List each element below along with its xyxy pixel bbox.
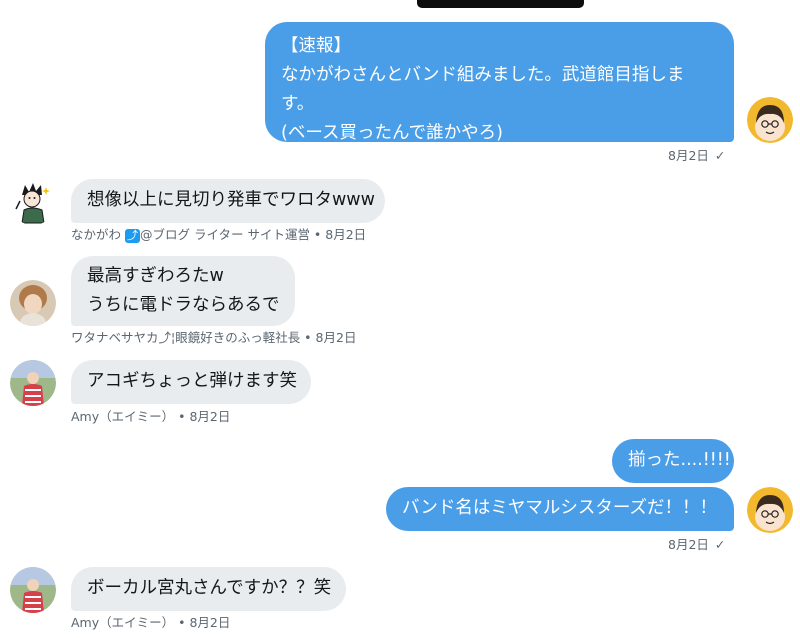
amy-avatar[interactable] [10, 360, 56, 406]
sender-name-timestamp: Amy（エイミー） • 8月2日 [71, 409, 231, 424]
message-text-line: バンド名はミヤマルシスターズだ！！！ [402, 498, 717, 518]
message-timestamp: 8月2日 [668, 537, 709, 552]
message-text-line: ボーカル宮丸さんですか？？笑 [87, 578, 332, 598]
message-meta: 8月2日 ✓ [668, 148, 725, 164]
amy-avatar[interactable] [10, 567, 56, 613]
message-text-line: 最高すぎわろたw [87, 266, 224, 286]
self-avatar-illustration [747, 97, 793, 143]
self-avatar-illustration [747, 487, 793, 533]
message-text-line: なかがわさんとバンド組みました。武道館目指しま [281, 65, 685, 85]
sender-name: なかがわ [71, 227, 122, 242]
message-meta: 8月2日 ✓ [668, 537, 725, 553]
sender-name-timestamp: Amy（エイミー） • 8月2日 [71, 615, 231, 630]
message-meta: なかがわ ⤴ @ブログ ライター サイト運営 • 8月2日 [71, 227, 366, 243]
message-text-line: (ベース買ったんで誰かやろ) [281, 123, 503, 143]
message-bubble-outgoing[interactable]: バンド名はミヤマルシスターズだ！！！ [386, 487, 734, 531]
photo-avatar-icon [10, 280, 56, 326]
message-text-line: 想像以上に見切り発車でワロタwww [87, 190, 375, 210]
self-avatar[interactable] [747, 487, 793, 533]
sender-name-bio-timestamp: ワタナベサヤカ⤴︎¦眼鏡好きのふっ軽社長 • 8月2日 [71, 330, 357, 345]
message-meta: Amy（エイミー） • 8月2日 [71, 409, 230, 425]
home-indicator [417, 0, 584, 8]
message-text-line: うちに電ドラならあるで [87, 295, 280, 315]
message-bubble-outgoing[interactable]: 【速報】 なかがわさんとバンド組みました。武道館目指しま す。 (ベース買ったん… [265, 22, 734, 143]
illustrated-avatar-icon [10, 179, 56, 225]
self-avatar[interactable] [747, 97, 793, 143]
message-meta: ワタナベサヤカ⤴︎¦眼鏡好きのふっ軽社長 • 8月2日 [71, 330, 356, 346]
message-meta: Amy（エイミー） • 8月2日 [71, 615, 230, 631]
message-text-line: す。 [281, 94, 315, 114]
photo-avatar-icon [10, 567, 56, 613]
nakagawa-avatar[interactable] [10, 179, 56, 225]
message-bubble-incoming[interactable]: アコギちょっと弾けます笑 [71, 360, 311, 404]
message-bubble-incoming[interactable]: 最高すぎわろたw うちに電ドラならあるで [71, 256, 295, 326]
message-bubble-outgoing[interactable]: 揃った....!!!! [612, 439, 734, 483]
message-bubble-incoming[interactable]: 想像以上に見切り発車でワロタwww [71, 179, 385, 223]
message-timestamp: 8月2日 [668, 148, 709, 163]
read-check-icon: ✓ [714, 148, 726, 163]
message-text-line: 揃った....!!!! [628, 450, 731, 470]
read-check-icon: ✓ [714, 537, 726, 552]
message-text-line: アコギちょっと弾けます笑 [87, 371, 297, 391]
dm-conversation: 【速報】 なかがわさんとバンド組みました。武道館目指しま す。 (ベース買ったん… [0, 0, 800, 638]
arrow-badge-icon: ⤴ [125, 229, 140, 243]
message-text-line: 【速報】 [281, 36, 351, 56]
watanabe-avatar[interactable] [10, 280, 56, 326]
photo-avatar-icon [10, 360, 56, 406]
message-bubble-incoming[interactable]: ボーカル宮丸さんですか？？笑 [71, 567, 346, 611]
sender-bio-and-timestamp: @ブログ ライター サイト運営 • 8月2日 [140, 227, 367, 242]
